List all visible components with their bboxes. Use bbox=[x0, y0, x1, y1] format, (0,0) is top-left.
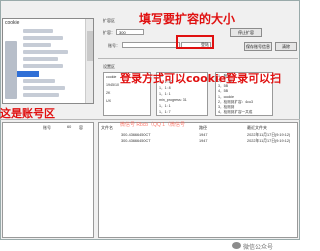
file-row-path: 1947 bbox=[199, 133, 208, 137]
settings-right-line: 4，5B bbox=[218, 89, 228, 93]
clear-button[interactable]: 清除 bbox=[275, 42, 297, 51]
file-col-path[interactable]: 路径 bbox=[199, 125, 207, 131]
file-row-date: 2022年11月17日(9:19:12) bbox=[247, 133, 291, 137]
blurred-account-labels bbox=[5, 41, 17, 99]
tree-item[interactable] bbox=[23, 57, 58, 61]
account-input[interactable] bbox=[122, 42, 180, 48]
settings-left-line: 2K bbox=[106, 91, 111, 95]
annotation-fill-capacity: 填写要扩容的大小 bbox=[139, 12, 236, 26]
file-col-date[interactable]: 最近文件夹 bbox=[247, 125, 267, 131]
file-row-path: 1947 bbox=[199, 139, 208, 143]
settings-left-line: 1945/10 bbox=[106, 83, 119, 87]
tree-item[interactable] bbox=[23, 93, 59, 97]
account-table[interactable]: 账号 容 60 bbox=[2, 122, 94, 238]
stop-expand-button[interactable]: 停止扩容 bbox=[230, 28, 262, 37]
file-row-name: 300-43666450CT bbox=[121, 133, 151, 137]
section-divider bbox=[98, 58, 298, 59]
settings-group-title: 设置区 bbox=[103, 64, 115, 69]
tree-item[interactable] bbox=[23, 86, 65, 90]
account-tree-panel[interactable]: cookie bbox=[2, 18, 94, 104]
capacity-input[interactable]: 300 bbox=[116, 29, 144, 35]
settings-left-line: UX bbox=[106, 99, 111, 103]
annotation-account-area: 这是账号区 bbox=[0, 107, 55, 120]
highlight-login-box bbox=[176, 35, 214, 49]
settings-middle-line: 1，1: 8 bbox=[159, 86, 171, 90]
account-table-header-cap: 容 bbox=[79, 125, 83, 130]
settings-middle-line: min_progress: 31 bbox=[159, 98, 187, 102]
settings-middle-line: 1，1: 1 bbox=[159, 92, 171, 96]
file-row-date: 2022年11月17日(9:19:12) bbox=[247, 139, 291, 143]
annotation-login-method: 登录方式可以cookie登录可以扫 bbox=[120, 72, 282, 85]
wechat-icon bbox=[232, 242, 241, 249]
settings-left-line: cookie bbox=[106, 75, 117, 79]
tree-item[interactable] bbox=[23, 79, 55, 83]
file-table[interactable]: 文件名 路径 最近文件夹 300-43666450CT 1947 2022年11… bbox=[98, 122, 298, 238]
capacity-label: 扩容： bbox=[103, 30, 115, 35]
account-label: 账号： bbox=[108, 43, 120, 48]
watermark-text: 微信号 Rbcb（QQ 1（微信号 bbox=[120, 122, 186, 128]
settings-middle-line: 1，1: 1 bbox=[159, 104, 171, 108]
tree-item[interactable] bbox=[23, 64, 63, 68]
save-account-button[interactable]: 保存账号信息 bbox=[244, 42, 272, 51]
tree-scrollbar[interactable] bbox=[85, 19, 93, 103]
account-table-header: 账号 bbox=[43, 125, 51, 130]
file-col-name[interactable]: 文件名 bbox=[101, 125, 113, 131]
tree-item[interactable] bbox=[23, 50, 68, 54]
settings-middle-line: 1，1: 7 bbox=[159, 110, 171, 114]
file-row-name: 300-43666450CT bbox=[121, 139, 151, 143]
account-table-value: 60 bbox=[67, 125, 72, 129]
tree-item[interactable] bbox=[23, 43, 51, 47]
tree-item[interactable] bbox=[23, 36, 63, 40]
expand-group-title: 扩容区 bbox=[103, 18, 115, 23]
settings-right-line: 4，检测到扩容一共成 bbox=[218, 110, 253, 114]
tree-item[interactable] bbox=[23, 29, 53, 33]
scrollbar-thumb[interactable] bbox=[87, 31, 93, 61]
tree-header: cookie bbox=[5, 20, 20, 26]
